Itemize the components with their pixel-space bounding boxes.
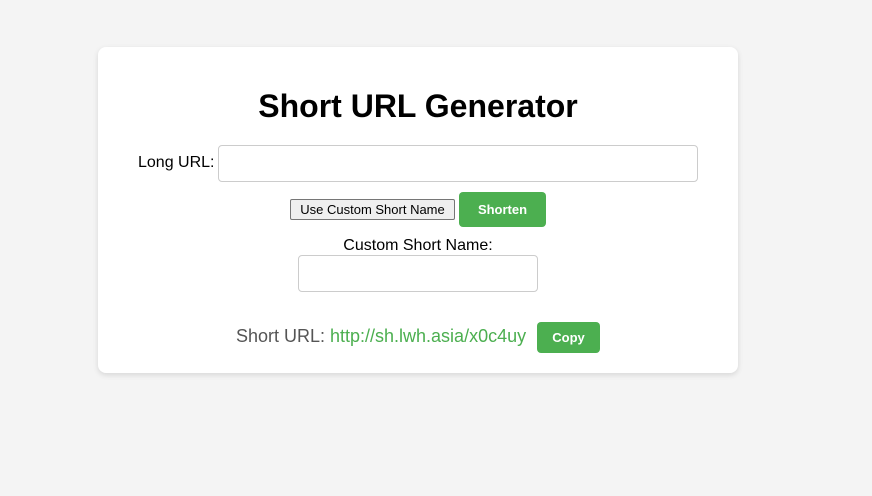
copy-button[interactable]: Copy [537,322,600,353]
long-url-input[interactable] [218,145,698,182]
short-url-label: Short URL: [236,326,326,346]
short-url-link[interactable]: http://sh.lwh.asia/x0c4uy [330,325,526,347]
use-custom-short-name-button[interactable]: Use Custom Short Name [290,199,455,220]
custom-short-name-label: Custom Short Name: [343,237,493,254]
generator-card: Short URL Generator Long URL: Use Custom… [98,47,738,373]
page-title: Short URL Generator [258,88,578,124]
long-url-label: Long URL: [138,154,215,171]
shorten-button[interactable]: Shorten [459,192,546,227]
custom-short-name-input[interactable] [298,255,538,292]
